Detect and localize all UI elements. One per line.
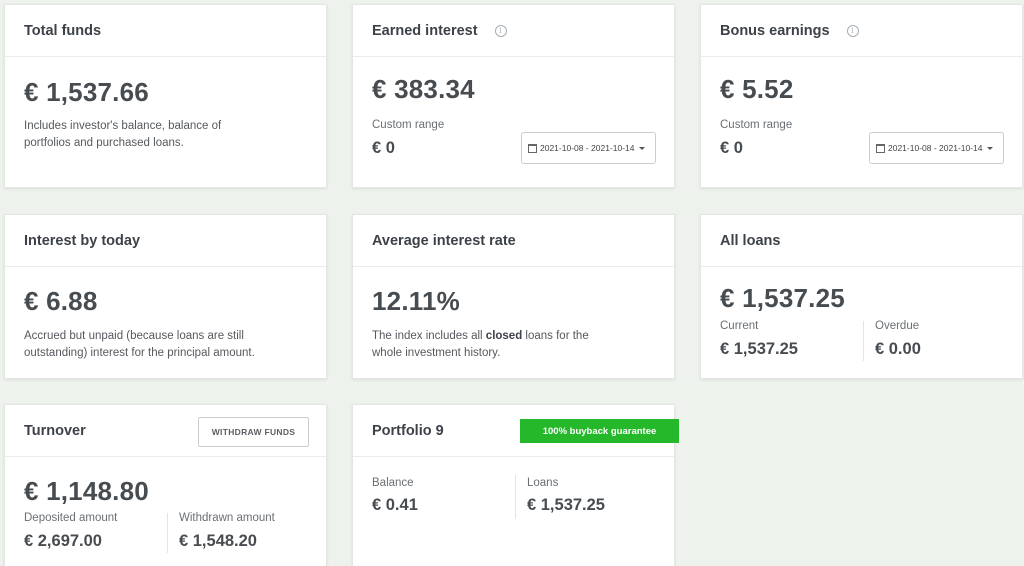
description-line: Accrued but unpaid (because loans are st… bbox=[24, 330, 244, 342]
portfolio-card: Portfolio 9 100% buyback guarantee Balan… bbox=[352, 404, 679, 566]
column-divider bbox=[863, 321, 864, 361]
average-interest-rate-description: The index includes all closed loans for … bbox=[372, 328, 589, 362]
custom-range-label: Custom range bbox=[720, 119, 793, 131]
card-header: Total funds bbox=[5, 5, 326, 57]
balance-value: € 0.41 bbox=[372, 496, 418, 514]
earned-interest-card: Earned interest i € 383.34 Custom range … bbox=[352, 4, 675, 188]
column-divider bbox=[167, 513, 168, 553]
custom-range-value: € 0 bbox=[372, 139, 395, 157]
description-text: The index includes all bbox=[372, 330, 486, 342]
current-value: € 1,537.25 bbox=[720, 340, 798, 358]
date-range-picker[interactable]: 2021-10-08 - 2021-10-14 bbox=[521, 132, 656, 164]
total-funds-description: Includes investor's balance, balance of … bbox=[24, 118, 221, 152]
card-title: Total funds bbox=[24, 22, 102, 39]
bonus-earnings-card: Bonus earnings i € 5.52 Custom range € 0… bbox=[700, 4, 1023, 188]
interest-by-today-card: Interest by today € 6.88 Accrued but unp… bbox=[4, 214, 327, 379]
custom-range-label: Custom range bbox=[372, 119, 445, 131]
interest-by-today-value: € 6.88 bbox=[24, 286, 98, 316]
description-line: The index includes all closed loans for … bbox=[372, 328, 589, 345]
card-header: All loans bbox=[701, 215, 1022, 267]
date-range-picker[interactable]: 2021-10-08 - 2021-10-14 bbox=[869, 132, 1004, 164]
total-funds-value: € 1,537.66 bbox=[24, 77, 149, 107]
custom-range-value: € 0 bbox=[720, 139, 743, 157]
overdue-label: Overdue bbox=[875, 320, 920, 332]
total-funds-card: Total funds € 1,537.66 Includes investor… bbox=[4, 4, 327, 188]
card-title: Turnover bbox=[24, 422, 86, 439]
card-header: Average interest rate bbox=[353, 215, 674, 267]
date-range-text: 2021-10-08 - 2021-10-14 bbox=[888, 143, 983, 153]
calendar-icon bbox=[876, 143, 885, 153]
withdrawn-amount-label: Withdrawn amount bbox=[179, 512, 275, 524]
overdue-value: € 0.00 bbox=[875, 340, 921, 358]
card-title: Interest by today bbox=[24, 232, 141, 249]
all-loans-card: All loans € 1,537.25 Current € 1,537.25 … bbox=[700, 214, 1023, 379]
all-loans-value: € 1,537.25 bbox=[720, 283, 845, 313]
bonus-earnings-value: € 5.52 bbox=[720, 74, 794, 104]
buyback-guarantee-badge: 100% buyback guarantee bbox=[520, 419, 679, 443]
withdrawn-amount-value: € 1,548.20 bbox=[179, 532, 257, 550]
date-range-text: 2021-10-08 - 2021-10-14 bbox=[540, 143, 635, 153]
description-line: portfolios and purchased loans. bbox=[24, 137, 184, 149]
card-header: Interest by today bbox=[5, 215, 326, 267]
interest-by-today-description: Accrued but unpaid (because loans are st… bbox=[24, 328, 255, 362]
card-header: Earned interest i bbox=[353, 5, 674, 57]
card-title: Portfolio 9 bbox=[372, 422, 444, 439]
caret-down-icon bbox=[638, 146, 645, 150]
withdraw-funds-button[interactable]: WITHDRAW FUNDS bbox=[198, 417, 309, 447]
deposited-amount-value: € 2,697.00 bbox=[24, 532, 102, 550]
description-line: whole investment history. bbox=[372, 347, 501, 359]
current-label: Current bbox=[720, 320, 759, 332]
column-divider bbox=[515, 475, 516, 519]
info-icon[interactable]: i bbox=[846, 24, 859, 37]
turnover-card: Turnover WITHDRAW FUNDS € 1,148.80 Depos… bbox=[4, 404, 327, 566]
description-line: outstanding) interest for the principal … bbox=[24, 347, 255, 359]
card-title: Average interest rate bbox=[372, 232, 516, 249]
card-title: All loans bbox=[720, 232, 781, 249]
description-line: Includes investor's balance, balance of bbox=[24, 120, 222, 132]
info-icon[interactable]: i bbox=[494, 24, 507, 37]
description-bold-text: closed bbox=[485, 330, 523, 342]
caret-down-icon bbox=[986, 146, 993, 150]
description-text: loans for the bbox=[522, 330, 589, 342]
loans-label: Loans bbox=[527, 477, 559, 489]
card-title: Earned interest bbox=[372, 22, 478, 39]
average-interest-rate-card: Average interest rate 12.11% The index i… bbox=[352, 214, 675, 379]
balance-label: Balance bbox=[372, 477, 414, 489]
card-title: Bonus earnings bbox=[720, 22, 830, 39]
loans-value: € 1,537.25 bbox=[527, 496, 605, 514]
calendar-icon bbox=[528, 143, 537, 153]
average-interest-rate-value: 12.11% bbox=[372, 286, 460, 316]
turnover-value: € 1,148.80 bbox=[24, 476, 149, 506]
deposited-amount-label: Deposited amount bbox=[24, 512, 118, 524]
card-header: Bonus earnings i bbox=[701, 5, 1022, 57]
earned-interest-value: € 383.34 bbox=[372, 74, 475, 104]
